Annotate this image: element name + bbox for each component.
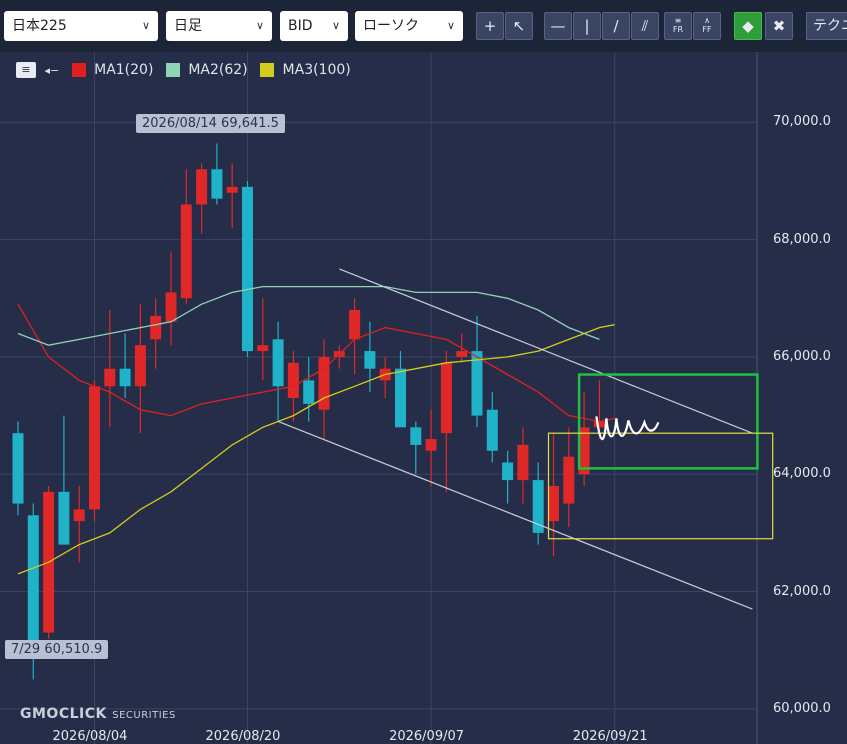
- brand-logo: GMOCLICK SECURITIES: [20, 706, 176, 722]
- cursor-button[interactable]: ↖: [505, 12, 533, 40]
- candle-body: [104, 368, 116, 387]
- chart-toolbar: 日本225 ∨ 日足 ∨ BID ∨ ローソク ∨ + ↖ — | ∕ ⫽ ≡ …: [0, 0, 847, 52]
- eraser-button[interactable]: ◆: [734, 12, 762, 40]
- vertical-line-icon: |: [584, 17, 590, 35]
- high-price-tag: 2026/08/14 69,641.5: [136, 114, 285, 133]
- candle-body: [211, 169, 223, 199]
- technical-tab[interactable]: テクニカル: [806, 12, 847, 40]
- fibonacci-retracement-icon: ≡: [674, 16, 682, 25]
- candle-body: [242, 186, 253, 352]
- candle-body: [502, 462, 514, 481]
- horizontal-line-icon: —: [550, 17, 566, 35]
- candle-body: [303, 380, 315, 404]
- trend-line-drawing: [277, 420, 753, 610]
- candle-body: [395, 368, 406, 428]
- candle-body: [593, 421, 605, 428]
- legend-item-ma3[interactable]: MA3(100): [283, 62, 351, 78]
- candle-body: [226, 186, 238, 193]
- candle-body: [58, 491, 70, 545]
- chevron-down-icon: ∨: [331, 19, 340, 32]
- candle-body: [196, 169, 208, 205]
- technical-tab-label: テクニカル: [813, 18, 847, 34]
- legend-item-ma1[interactable]: MA1(20): [94, 62, 153, 78]
- parallel-lines-icon: ⫽: [641, 17, 649, 35]
- chevron-down-icon: ∨: [255, 19, 264, 32]
- price-type-select[interactable]: BID ∨: [280, 11, 348, 41]
- candle-body: [287, 362, 299, 398]
- price-axis-label: 66,000.0: [773, 348, 831, 364]
- cursor-icon: ↖: [512, 17, 526, 35]
- brand-suffix: SECURITIES: [112, 710, 176, 721]
- parallel-lines-button[interactable]: ⫽: [631, 12, 659, 40]
- date-axis-label: 2026/09/07: [389, 729, 465, 744]
- legend-swatch: [71, 63, 86, 77]
- symbol-select[interactable]: 日本225 ∨: [4, 11, 158, 41]
- moving-average-line: [17, 285, 600, 346]
- price-axis-label: 62,000.0: [773, 583, 831, 599]
- candle-body: [119, 368, 131, 387]
- moving-average-line: [17, 303, 615, 423]
- price-axis-label: 60,000.0: [773, 700, 831, 716]
- eraser-icon: ◆: [742, 17, 754, 35]
- candle-body: [563, 456, 575, 504]
- candle-body: [27, 515, 39, 651]
- chevron-down-icon: ∨: [446, 19, 455, 32]
- trend-line-icon: ∕: [613, 17, 619, 35]
- candlestick-chart: [0, 52, 774, 744]
- candle-body: [272, 339, 284, 387]
- candle-body: [486, 409, 498, 451]
- fibonacci-fan-icon: ∧: [704, 16, 710, 25]
- fibonacci-retracement-label: FR: [672, 25, 684, 34]
- symbol-select-value: 日本225: [12, 18, 67, 34]
- price-type-select-value: BID: [288, 18, 313, 34]
- horizontal-line-button[interactable]: —: [544, 12, 572, 40]
- candle-body: [410, 427, 422, 445]
- candle-body: [517, 444, 529, 481]
- clear-all-icon: ✖: [772, 17, 786, 35]
- brand-name: GMOCLICK: [20, 706, 107, 722]
- price-axis-label: 68,000.0: [773, 231, 831, 247]
- candle-body: [548, 485, 559, 522]
- comment-icon[interactable]: ≡: [16, 62, 36, 78]
- candle-body: [364, 351, 376, 369]
- date-axis-label: 2026/08/20: [205, 729, 281, 744]
- candle-body: [150, 315, 162, 340]
- candle-body: [180, 204, 192, 299]
- candle-body: [134, 345, 146, 387]
- candle-body: [12, 433, 24, 504]
- candle-body: [73, 509, 85, 522]
- candle-body: [440, 362, 452, 434]
- candle-body: [349, 310, 361, 340]
- period-select-value: 日足: [174, 18, 202, 34]
- freehand-drawing: [595, 416, 660, 441]
- chart-type-select[interactable]: ローソク ∨: [355, 11, 463, 41]
- candle-body: [257, 345, 269, 352]
- price-axis-label: 70,000.0: [773, 114, 831, 130]
- chart-legend: ≡ ◂− MA1(20) MA2(62) MA3(100): [16, 62, 351, 78]
- candle-body: [456, 351, 468, 357]
- date-axis-label: 2026/09/21: [572, 729, 648, 744]
- crosshair-icon: +: [483, 17, 497, 35]
- trend-line-button[interactable]: ∕: [602, 12, 630, 40]
- chart-type-select-value: ローソク: [363, 18, 419, 34]
- fibonacci-fan-button[interactable]: ∧ FF: [693, 12, 721, 40]
- date-axis-label: 2026/08/04: [52, 729, 128, 744]
- legend-item-ma2[interactable]: MA2(62): [188, 62, 247, 78]
- crosshair-button[interactable]: +: [476, 12, 504, 40]
- fibonacci-fan-label: FF: [702, 25, 712, 34]
- vertical-line-button[interactable]: |: [573, 12, 601, 40]
- chart-area[interactable]: [0, 52, 847, 744]
- period-select[interactable]: 日足 ∨: [166, 11, 272, 41]
- legend-swatch: [165, 63, 180, 77]
- candle-body: [425, 439, 437, 451]
- candle-body: [89, 386, 100, 510]
- legend-swatch: [260, 63, 275, 77]
- clear-all-button[interactable]: ✖: [765, 12, 793, 40]
- low-price-tag: 7/29 60,510.9: [5, 640, 109, 659]
- fibonacci-retracement-button[interactable]: ≡ FR: [664, 12, 692, 40]
- candle-body: [165, 292, 177, 322]
- price-axis-label: 64,000.0: [773, 466, 831, 482]
- collapse-legend-icon[interactable]: ◂−: [44, 64, 59, 77]
- chevron-down-icon: ∨: [141, 19, 150, 32]
